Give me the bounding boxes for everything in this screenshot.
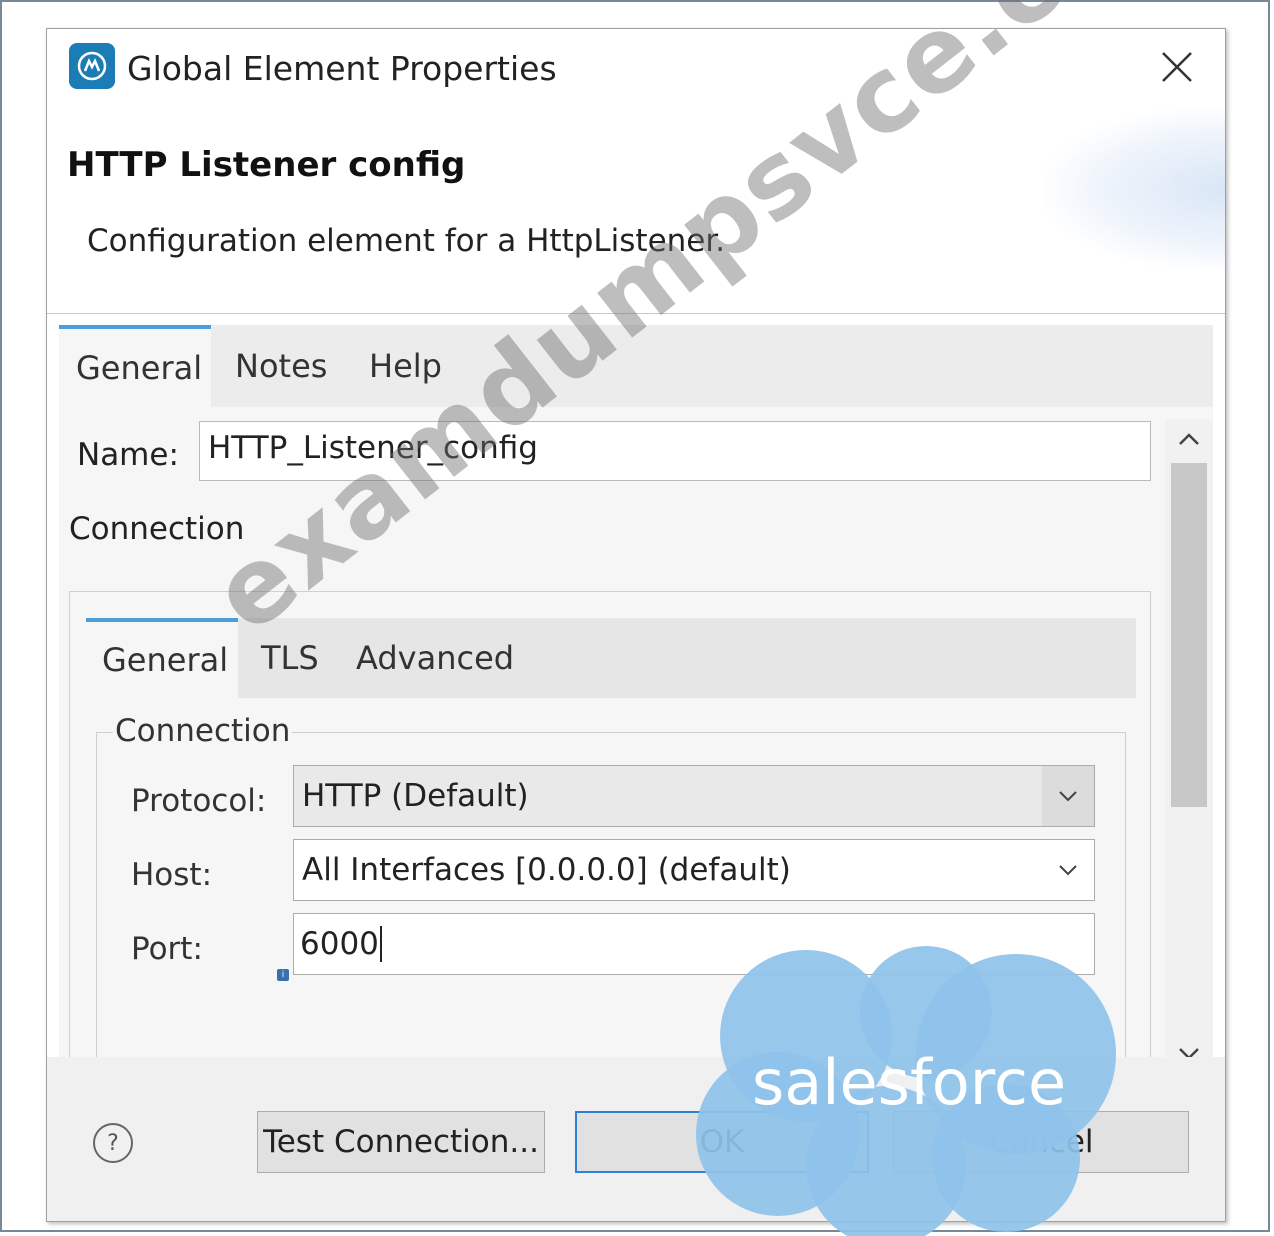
port-value: 6000 — [300, 926, 379, 962]
chevron-up-icon — [1179, 433, 1199, 445]
tab-advanced[interactable]: Advanced — [356, 618, 526, 698]
help-button[interactable]: ? — [93, 1123, 133, 1163]
scroll-thumb[interactable] — [1171, 463, 1207, 807]
protocol-select[interactable]: HTTP (Default) — [293, 765, 1095, 827]
tab-general[interactable]: General — [59, 325, 211, 407]
question-mark-icon: ? — [107, 1130, 119, 1156]
host-value: All Interfaces [0.0.0.0] (default) — [302, 852, 791, 888]
host-label: Host: — [131, 857, 213, 893]
header-decoration — [1045, 109, 1225, 269]
host-select[interactable]: All Interfaces [0.0.0.0] (default) — [293, 839, 1095, 901]
chevron-down-icon — [1042, 766, 1094, 826]
text-cursor — [379, 926, 382, 962]
close-icon — [1162, 52, 1192, 82]
name-label: Name: — [77, 437, 179, 473]
vertical-scrollbar[interactable] — [1165, 419, 1213, 1079]
tab-notes[interactable]: Notes — [235, 325, 345, 407]
info-icon: i — [277, 969, 289, 981]
mule-studio-icon — [69, 43, 115, 89]
connection-tabs: General TLS Advanced — [86, 618, 1136, 698]
salesforce-logo-text: salesforce — [752, 1046, 1067, 1119]
scroll-up-button[interactable] — [1165, 419, 1213, 459]
protocol-label: Protocol: — [131, 783, 267, 819]
dialog-title: Global Element Properties — [127, 49, 557, 88]
close-button[interactable] — [1157, 47, 1197, 87]
config-heading: HTTP Listener config — [67, 145, 466, 185]
port-label: Port: — [131, 931, 203, 967]
connection-group-legend: Connection — [113, 713, 293, 749]
tab-connection-general[interactable]: General — [86, 618, 238, 698]
chevron-down-icon — [1042, 840, 1094, 900]
test-connection-button[interactable]: Test Connection... — [257, 1111, 545, 1173]
protocol-value: HTTP (Default) — [302, 778, 529, 814]
